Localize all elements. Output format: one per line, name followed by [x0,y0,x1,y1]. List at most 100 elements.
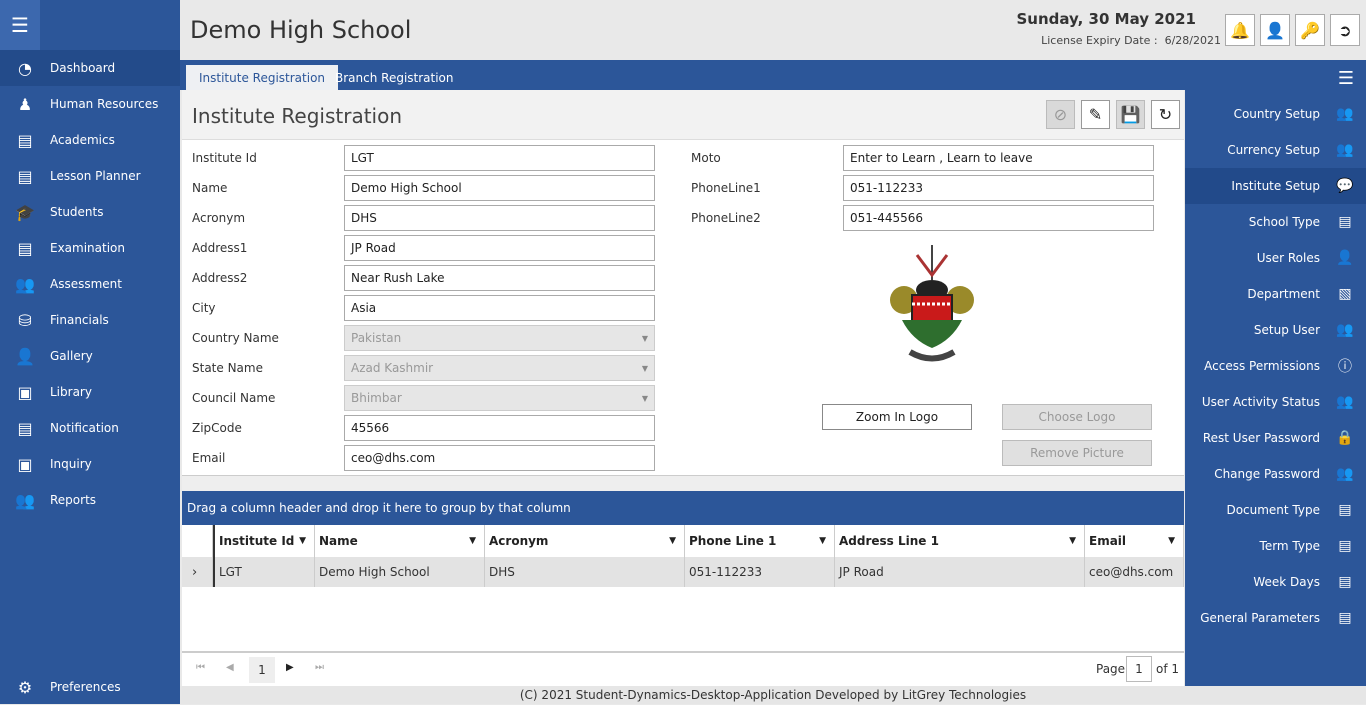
country-name-label: Country Name [192,331,279,345]
sidebar-item-human-resources[interactable]: ♟ Human Resources [0,86,180,122]
filter-icon[interactable]: ▼ [819,536,826,546]
column-header-email[interactable]: Email ▼ [1085,525,1184,557]
last-page-icon[interactable]: ⏭ [315,662,324,673]
phoneline1-input[interactable]: 051-112233 [843,175,1154,201]
sidebar-item-financials[interactable]: ⛁ Financials [0,302,180,338]
sidebar-item-inquiry[interactable]: ▣ Inquiry [0,446,180,482]
address1-input[interactable]: JP Road [344,235,655,261]
right-menu-general-parameters[interactable]: General Parameters ▤ [1185,600,1366,636]
column-header-name[interactable]: Name ▼ [315,525,485,557]
form-title: Institute Registration [192,104,403,128]
right-menu-setup-user[interactable]: Setup User 👥 [1185,312,1366,348]
right-menu-department[interactable]: Department ▧ [1185,276,1366,312]
sidebar-item-students[interactable]: 🎓 Students [0,194,180,230]
hamburger-icon: ☰ [1337,68,1354,89]
table-cell[interactable]: LGT [215,557,315,587]
current-date: Sunday, 30 May 2021 [1016,10,1196,28]
filter-icon[interactable]: ▼ [299,536,306,546]
sidebar-item-gallery[interactable]: 👤 Gallery [0,338,180,374]
right-menu-user-activity-status[interactable]: User Activity Status 👥 [1185,384,1366,420]
menu-item-icon: 💬 [1336,178,1354,194]
table-cell[interactable]: Demo High School [315,557,485,587]
filter-icon[interactable]: ▼ [1069,536,1076,546]
zoom-in-logo-button[interactable]: Zoom In Logo [822,404,972,430]
next-page-icon[interactable]: ▶ [286,662,294,673]
column-header-institute-id[interactable]: Institute Id ▼ [215,525,315,557]
right-menu-document-type[interactable]: Document Type ▤ [1185,492,1366,528]
right-menu-country-setup[interactable]: Country Setup 👥 [1185,96,1366,132]
refresh-button[interactable]: ↻ [1151,100,1180,129]
country-name-select[interactable]: Pakistan ▼ [344,325,655,351]
table-cell[interactable]: DHS [485,557,685,587]
right-menu-access-permissions[interactable]: Access Permissions ⓘ [1185,348,1366,384]
sidebar-item-academics[interactable]: ▤ Academics [0,122,180,158]
menu-item-icon: ▧ [1338,286,1352,302]
key-icon: 🔑 [1300,20,1320,40]
right-menu-user-roles[interactable]: User Roles 👤 [1185,240,1366,276]
sidebar-item-lesson-planner[interactable]: ▤ Lesson Planner [0,158,180,194]
moto-input[interactable]: Enter to Learn , Learn to leave [843,145,1154,171]
column-header-acronym[interactable]: Acronym ▼ [485,525,685,557]
column-header-phone-line-1[interactable]: Phone Line 1 ▼ [685,525,835,557]
sidebar-item-reports[interactable]: 👥 Reports [0,482,180,518]
save-button[interactable]: 💾 [1116,100,1145,129]
right-menu-term-type[interactable]: Term Type ▤ [1185,528,1366,564]
column-header-address-line-1[interactable]: Address Line 1 ▼ [835,525,1085,557]
email-input[interactable]: ceo@dhs.com [344,445,655,471]
save-icon: 💾 [1120,105,1141,124]
right-menu-rest-user-password[interactable]: Rest User Password 🔒 [1185,420,1366,456]
gauge-icon: ◔ [18,58,32,78]
group-panel[interactable]: Drag a column header and drop it here to… [182,491,1184,525]
filter-icon[interactable]: ▼ [469,536,476,546]
remove-picture-button[interactable]: Remove Picture [1002,440,1152,466]
page-number-button[interactable]: 1 [249,657,275,683]
table-cell[interactable]: 051-112233 [685,557,835,587]
notifications-button[interactable]: 🔔 [1225,14,1255,46]
council-name-select[interactable]: Bhimbar ▼ [344,385,655,411]
page-input[interactable]: 1 [1126,656,1152,682]
right-sidebar: ☰ Country Setup 👥 Currency Setup 👥 Institute… [1185,60,1366,686]
right-menu-change-password[interactable]: Change Password 👥 [1185,456,1366,492]
form-scroll-area [182,475,1184,491]
sidebar-item-examination[interactable]: ▤ Examination [0,230,180,266]
right-menu-institute-setup[interactable]: Institute Setup 💬 [1185,168,1366,204]
first-page-icon[interactable]: ⏮ [196,662,205,673]
right-menu-school-type[interactable]: School Type ▤ [1185,204,1366,240]
institute-id-input[interactable]: LGT [344,145,655,171]
state-name-select[interactable]: Azad Kashmir ▼ [344,355,655,381]
profile-button[interactable]: 👤 [1260,14,1290,46]
tab-institute-registration[interactable]: Institute Registration [186,65,339,90]
users-icon: 👥 [15,274,35,294]
city-input[interactable]: Asia [344,295,655,321]
right-menu-week-days[interactable]: Week Days ▤ [1185,564,1366,600]
prev-page-icon[interactable]: ◀ [226,662,234,673]
right-menu-currency-setup[interactable]: Currency Setup 👥 [1185,132,1366,168]
zipcode-input[interactable]: 45566 [344,415,655,441]
address2-input[interactable]: Near Rush Lake [344,265,655,291]
table-cell[interactable]: ceo@dhs.com [1085,557,1184,587]
choose-logo-button[interactable]: Choose Logo [1002,404,1152,430]
sidebar-item-notification[interactable]: ▤ Notification [0,410,180,446]
cancel-button[interactable]: ⊘ [1046,100,1075,129]
sidebar-item-library[interactable]: ▣ Library [0,374,180,410]
sidebar-item-dashboard[interactable]: ◔ Dashboard [0,50,180,86]
right-menu-toggle[interactable]: ☰ [1338,68,1354,89]
menu-toggle-button[interactable]: ☰ [0,0,40,50]
table-cell[interactable]: JP Road [835,557,1085,587]
name-input[interactable]: Demo High School [344,175,655,201]
logout-button[interactable]: ➲ [1330,14,1360,46]
sidebar-item-preferences[interactable]: ⚙ Preferences [0,669,180,705]
person-icon: ♟ [17,94,33,114]
change-key-button[interactable]: 🔑 [1295,14,1325,46]
menu-item-icon: ⓘ [1338,359,1352,375]
sidebar-item-assessment[interactable]: 👥 Assessment [0,266,180,302]
tab-branch-registration[interactable]: Branch Registration [322,65,467,90]
edit-button[interactable]: ✎ [1081,100,1110,129]
phoneline2-input[interactable]: 051-445566 [843,205,1154,231]
grid-pager: ⏮ ◀ 1 ▶ ⏭ Page 1 of 1 [182,651,1184,686]
row-expand-icon[interactable]: › [192,565,197,580]
filter-icon[interactable]: ▼ [1168,536,1175,546]
footer: (C) 2021 Student-Dynamics-Desktop-Applic… [180,686,1366,704]
acronym-input[interactable]: DHS [344,205,655,231]
filter-icon[interactable]: ▼ [669,536,676,546]
